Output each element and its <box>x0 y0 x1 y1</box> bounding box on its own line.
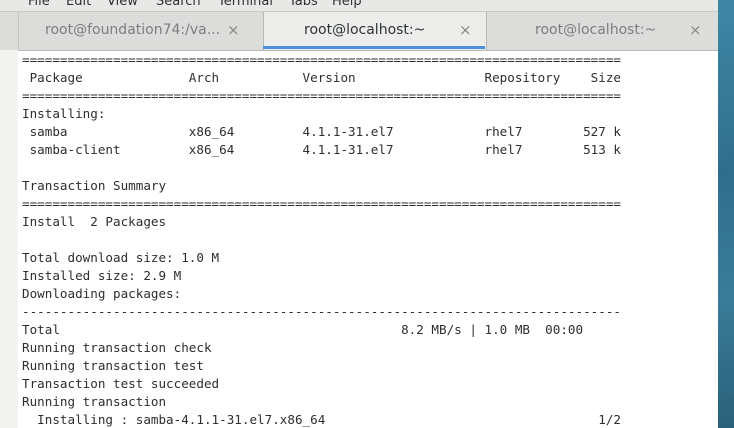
tab-label: root@localhost:~ <box>535 22 657 38</box>
terminal-line: ----------------------------------------… <box>22 304 621 319</box>
menu-search[interactable]: Search <box>156 0 201 9</box>
window-left-edge <box>0 50 19 428</box>
terminal-window: File Edit View Search Terminal Tabs Help… <box>0 0 718 428</box>
terminal-text: ========================================… <box>22 51 621 428</box>
terminal-line: Installed size: 2.9 M <box>22 268 182 283</box>
menu-tabs[interactable]: Tabs <box>289 0 318 9</box>
terminal-line: Total 8.2 MB/s | 1.0 MB 00:00 <box>22 322 584 337</box>
terminal-line: Transaction Summary <box>22 178 167 193</box>
terminal-line: Package Arch Version Repository Size <box>22 70 621 85</box>
terminal-line: samba-client x86_64 4.1.1-31.el7 rhel7 5… <box>22 142 621 157</box>
desktop-background <box>718 0 734 428</box>
menu-view[interactable]: View <box>107 0 138 9</box>
menu-help[interactable]: Help <box>332 0 362 9</box>
terminal-line: Downloading packages: <box>22 286 182 301</box>
terminal-line: ========================================… <box>22 196 621 211</box>
terminal-line: Transaction test succeeded <box>22 376 220 391</box>
terminal-line: Running transaction check <box>22 340 212 355</box>
terminal-line: samba x86_64 4.1.1-31.el7 rhel7 527 k <box>22 124 621 139</box>
close-icon[interactable]: × <box>459 21 472 39</box>
tab-localhost-active[interactable]: root@localhost:~ × <box>263 12 487 50</box>
tab-foundation74[interactable]: root@foundation74:/va... × <box>18 12 263 50</box>
tab-localhost[interactable]: root@localhost:~ × <box>486 12 718 50</box>
terminal-line: Running transaction <box>22 394 167 409</box>
terminal-line: Total download size: 1.0 M <box>22 250 220 265</box>
active-tab-indicator <box>263 46 485 49</box>
menu-file[interactable]: File <box>28 0 50 9</box>
terminal-line: Running transaction test <box>22 358 204 373</box>
terminal-output[interactable]: ========================================… <box>18 51 718 428</box>
close-icon[interactable]: × <box>689 21 702 39</box>
terminal-line: Installing: <box>22 106 106 121</box>
menu-bar: File Edit View Search Terminal Tabs Help <box>0 0 718 12</box>
close-icon[interactable]: × <box>227 21 240 39</box>
tab-label: root@localhost:~ <box>304 22 426 38</box>
tab-label: root@foundation74:/va... <box>45 22 221 38</box>
terminal-line: Installing : samba-4.1.1-31.el7.x86_64 1… <box>22 412 621 427</box>
menu-edit[interactable]: Edit <box>66 0 91 9</box>
terminal-line: ========================================… <box>22 88 621 103</box>
terminal-line: ========================================… <box>22 52 621 67</box>
terminal-line: Install 2 Packages <box>22 214 167 229</box>
menu-terminal[interactable]: Terminal <box>218 0 273 9</box>
